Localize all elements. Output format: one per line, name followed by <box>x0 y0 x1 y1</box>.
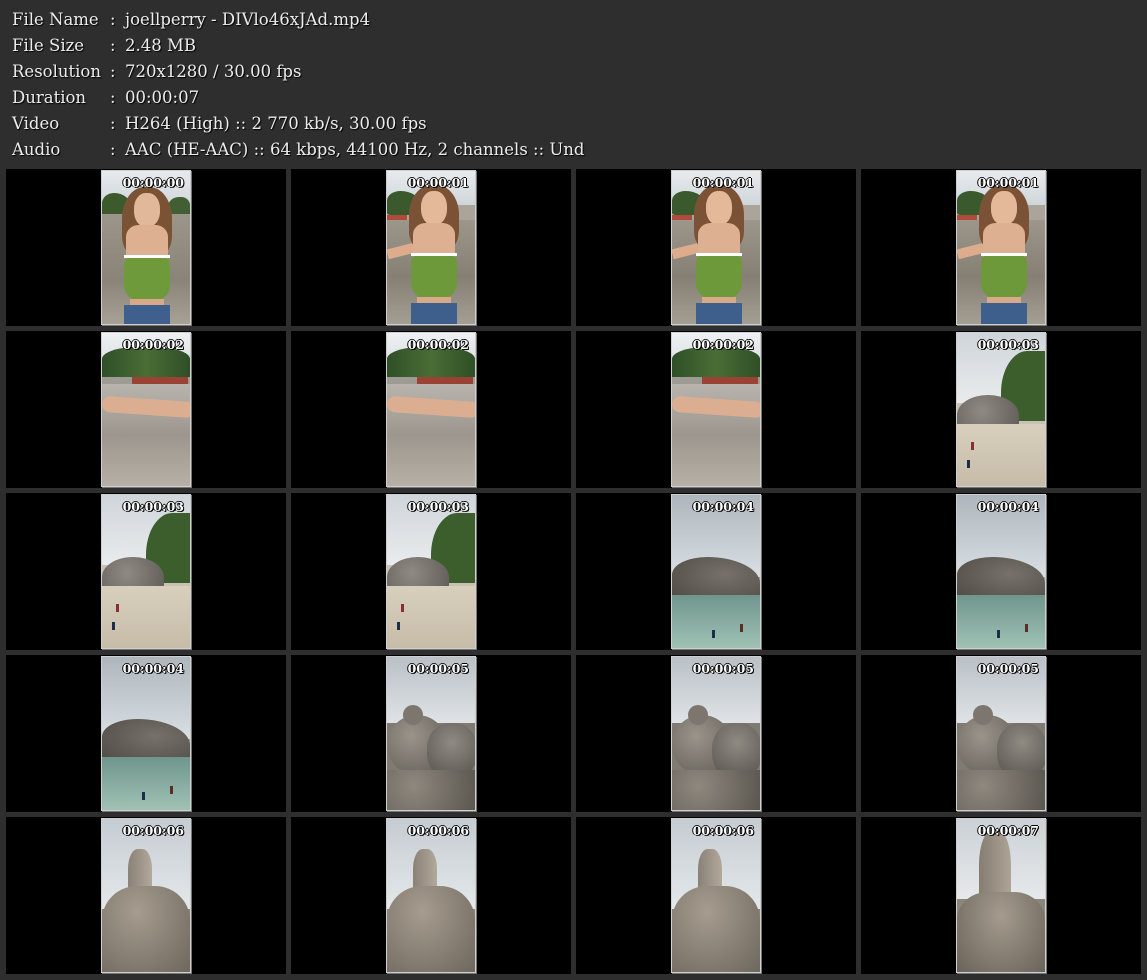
video-frame-thumbnail: 00:00:02 <box>386 332 476 487</box>
video-frame-thumbnail: 00:00:06 <box>101 818 191 973</box>
timestamp-label: 00:00:02 <box>122 337 184 352</box>
video-frame-thumbnail: 00:00:02 <box>101 332 191 487</box>
video-frame-thumbnail: 00:00:04 <box>956 494 1046 649</box>
video-frame-thumbnail: 00:00:04 <box>101 656 191 811</box>
timestamp-label: 00:00:01 <box>407 175 469 190</box>
thumbnail-cell[interactable]: 00:00:03 <box>291 493 571 650</box>
video-frame-thumbnail: 00:00:05 <box>386 656 476 811</box>
timestamp-label: 00:00:06 <box>122 823 184 838</box>
video-frame-thumbnail: 00:00:00 <box>101 170 191 325</box>
thumbnail-cell[interactable]: 00:00:04 <box>861 493 1141 650</box>
thumbnail-cell[interactable]: 00:00:04 <box>576 493 856 650</box>
video-frame-thumbnail: 00:00:02 <box>671 332 761 487</box>
thumbnail-cell[interactable]: 00:00:02 <box>576 331 856 488</box>
timestamp-label: 00:00:05 <box>977 661 1039 676</box>
video-frame-thumbnail: 00:00:03 <box>956 332 1046 487</box>
timestamp-label: 00:00:06 <box>692 823 754 838</box>
video-frame-thumbnail: 00:00:06 <box>386 818 476 973</box>
thumbnail-cell[interactable]: 00:00:01 <box>291 169 571 326</box>
video-frame-thumbnail: 00:00:01 <box>386 170 476 325</box>
thumbnail-cell[interactable]: 00:00:03 <box>861 331 1141 488</box>
thumbnail-grid: 00:00:00 00:00:01 00:00:01 00:00:01 00:00:02… <box>0 0 1147 980</box>
timestamp-label: 00:00:02 <box>407 337 469 352</box>
thumbnail-cell[interactable]: 00:00:06 <box>6 817 286 974</box>
video-frame-thumbnail: 00:00:07 <box>956 818 1046 973</box>
thumbnail-cell[interactable]: 00:00:05 <box>576 655 856 812</box>
thumbnail-cell[interactable]: 00:00:06 <box>576 817 856 974</box>
video-frame-thumbnail: 00:00:05 <box>956 656 1046 811</box>
thumbnail-cell[interactable]: 00:00:01 <box>576 169 856 326</box>
timestamp-label: 00:00:03 <box>977 337 1039 352</box>
thumbnail-cell[interactable]: 00:00:03 <box>6 493 286 650</box>
thumbnail-cell[interactable]: 00:00:02 <box>6 331 286 488</box>
thumbnail-cell[interactable]: 00:00:02 <box>291 331 571 488</box>
timestamp-label: 00:00:05 <box>407 661 469 676</box>
thumbnail-cell[interactable]: 00:00:01 <box>861 169 1141 326</box>
video-frame-thumbnail: 00:00:01 <box>671 170 761 325</box>
thumbnail-cell[interactable]: 00:00:00 <box>6 169 286 326</box>
timestamp-label: 00:00:00 <box>122 175 184 190</box>
video-frame-thumbnail: 00:00:01 <box>956 170 1046 325</box>
timestamp-label: 00:00:01 <box>692 175 754 190</box>
timestamp-label: 00:00:04 <box>122 661 184 676</box>
thumbnail-cell[interactable]: 00:00:05 <box>291 655 571 812</box>
timestamp-label: 00:00:03 <box>122 499 184 514</box>
timestamp-label: 00:00:04 <box>977 499 1039 514</box>
video-frame-thumbnail: 00:00:05 <box>671 656 761 811</box>
video-frame-thumbnail: 00:00:03 <box>101 494 191 649</box>
timestamp-label: 00:00:01 <box>977 175 1039 190</box>
thumbnail-cell[interactable]: 00:00:04 <box>6 655 286 812</box>
thumbnail-cell[interactable]: 00:00:06 <box>291 817 571 974</box>
timestamp-label: 00:00:06 <box>407 823 469 838</box>
video-frame-thumbnail: 00:00:04 <box>671 494 761 649</box>
thumbnail-cell[interactable]: 00:00:07 <box>861 817 1141 974</box>
timestamp-label: 00:00:07 <box>977 823 1039 838</box>
thumbnail-cell[interactable]: 00:00:05 <box>861 655 1141 812</box>
timestamp-label: 00:00:05 <box>692 661 754 676</box>
timestamp-label: 00:00:03 <box>407 499 469 514</box>
video-frame-thumbnail: 00:00:06 <box>671 818 761 973</box>
timestamp-label: 00:00:02 <box>692 337 754 352</box>
video-frame-thumbnail: 00:00:03 <box>386 494 476 649</box>
timestamp-label: 00:00:04 <box>692 499 754 514</box>
